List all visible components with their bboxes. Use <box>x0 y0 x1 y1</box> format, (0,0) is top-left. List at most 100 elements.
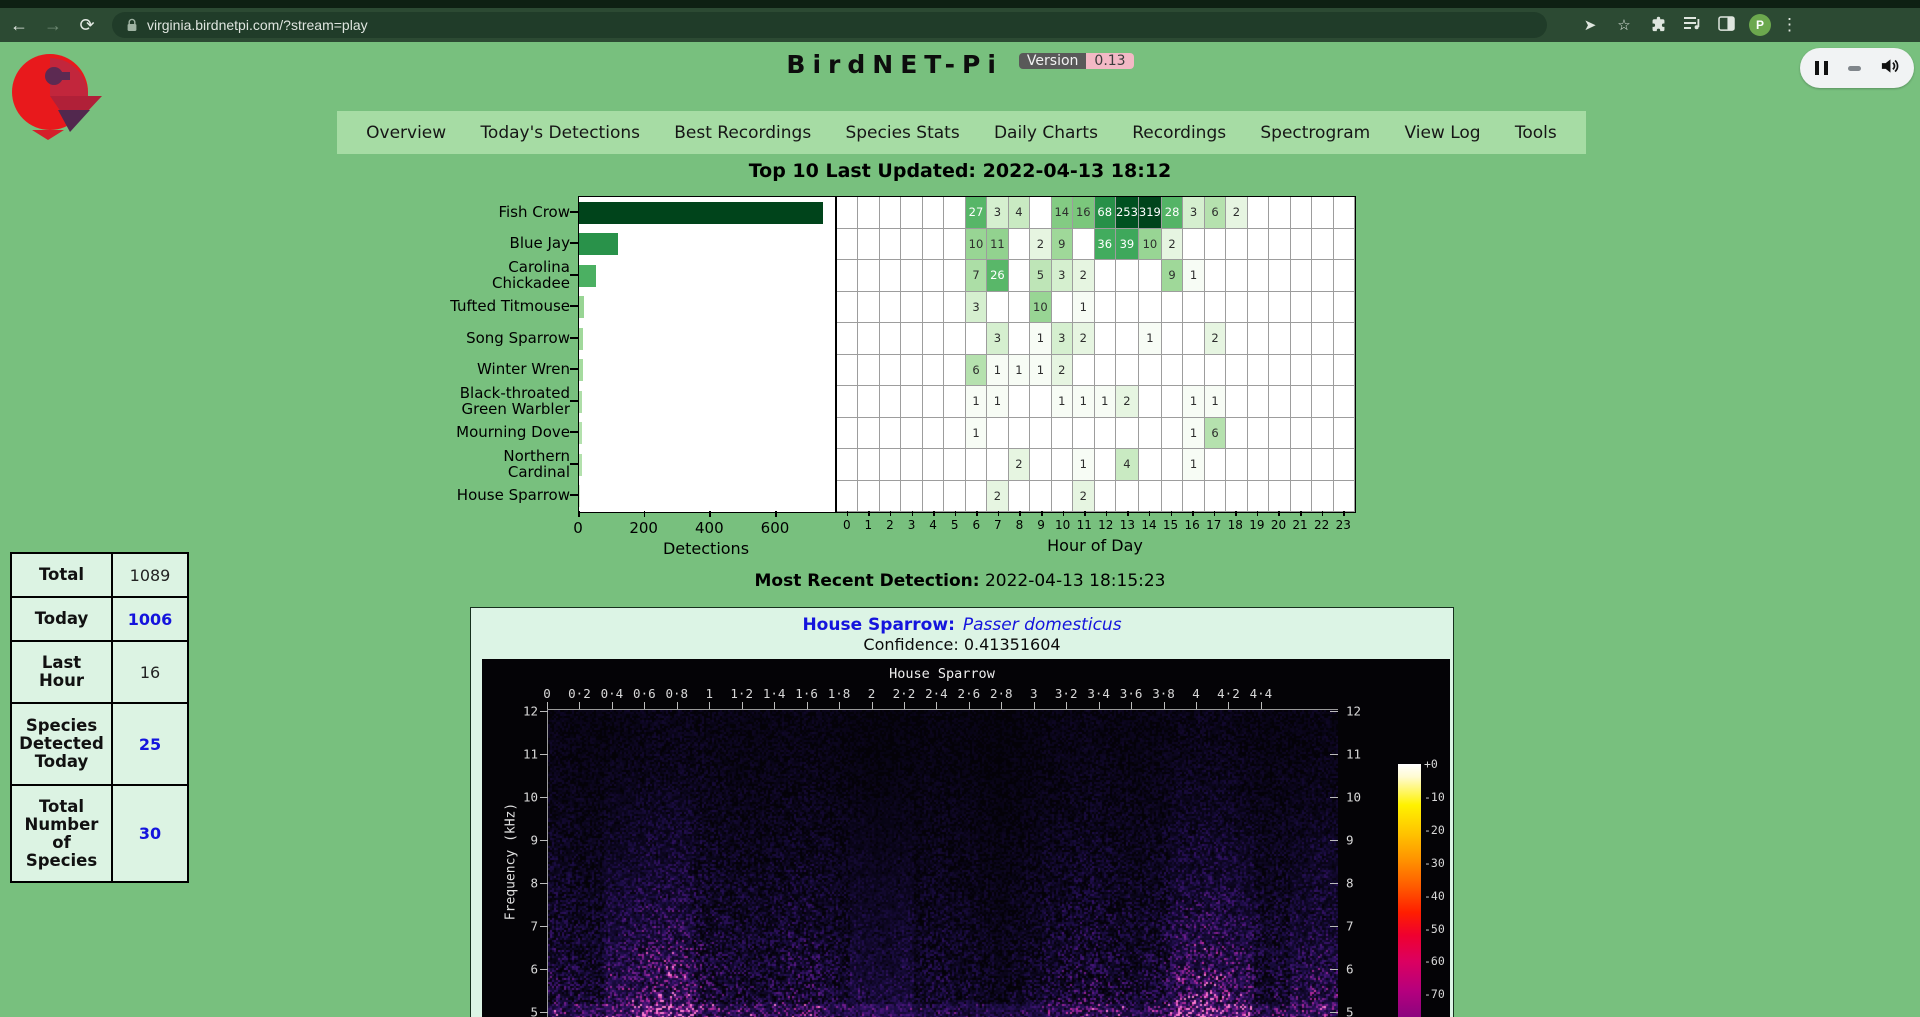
audio-seek-slider[interactable] <box>1848 66 1861 71</box>
heatmap-cell <box>944 386 965 418</box>
heatmap-cell <box>858 197 879 229</box>
audio-player[interactable] <box>1800 48 1914 88</box>
nav-item-recordings[interactable]: Recordings <box>1132 123 1226 143</box>
nav-item-overview[interactable]: Overview <box>366 123 446 143</box>
heatmap-cell <box>1162 481 1183 513</box>
forward-button[interactable]: → <box>38 15 68 36</box>
heatmap-cell <box>880 197 901 229</box>
recent-detection-card: House Sparrow:Passer domesticus Confiden… <box>470 607 1454 1017</box>
bar-xtick-label: 200 <box>622 519 666 537</box>
heatmap-cell <box>837 355 858 387</box>
heatmap-cell <box>923 481 944 513</box>
heatmap-cell: 1 <box>1205 386 1226 418</box>
spectrogram-freq-tick-left: 10 <box>498 790 538 805</box>
stats-value-today[interactable]: 1006 <box>112 597 188 641</box>
heatmap-cell: 1 <box>1183 449 1204 481</box>
heatmap-cell <box>1095 355 1116 387</box>
species-label-mourning-dove: Mourning Dove <box>425 417 570 449</box>
hour-tick-mark <box>1300 511 1302 516</box>
species-tick <box>570 494 578 496</box>
send-icon[interactable]: ➤ <box>1577 16 1603 34</box>
heatmap-cell <box>1334 386 1355 418</box>
extensions-puzzle-icon[interactable] <box>1645 15 1671 36</box>
playlist-icon[interactable] <box>1679 15 1705 35</box>
heatmap-cell <box>1226 418 1247 450</box>
heatmap-cell: 14 <box>1052 197 1073 229</box>
heatmap-cell <box>966 323 987 355</box>
bookmark-star-icon[interactable]: ☆ <box>1611 16 1637 34</box>
browser-menu-button[interactable]: ⋮ <box>1781 15 1798 35</box>
heatmap-cell <box>1162 449 1183 481</box>
heatmap-cell: 6 <box>1205 418 1226 450</box>
heatmap-cell <box>1183 229 1204 261</box>
heatmap-cell <box>1205 292 1226 324</box>
species-tick <box>570 305 578 307</box>
heatmap-cell: 1 <box>1030 355 1051 387</box>
back-button[interactable]: ← <box>4 15 34 36</box>
heatmap-cell <box>1052 481 1073 513</box>
hour-tick-mark <box>1106 511 1108 516</box>
heatmap-cell <box>1334 481 1355 513</box>
pause-button[interactable] <box>1815 61 1828 75</box>
heatmap-cell <box>1226 229 1247 261</box>
heatmap-cell: 4 <box>1116 449 1139 481</box>
heatmap-cell <box>1269 481 1290 513</box>
confidence-text: Confidence: 0.41351604 <box>471 635 1453 654</box>
nav-item-daily-charts[interactable]: Daily Charts <box>994 123 1098 143</box>
heatmap-cell <box>901 260 922 292</box>
spectrogram-time-tick-mark <box>644 702 645 709</box>
nav-item-today-s-detections[interactable]: Today's Detections <box>480 123 640 143</box>
heatmap-cell <box>987 418 1008 450</box>
bar-winter-wren <box>579 359 583 381</box>
heatmap-cell <box>1312 260 1333 292</box>
nav-item-species-stats[interactable]: Species Stats <box>845 123 959 143</box>
nav-item-view-log[interactable]: View Log <box>1404 123 1480 143</box>
spectrogram-image: House Sparrow Frequency (kHz) 00·20·40·6… <box>482 659 1450 1017</box>
reload-button[interactable]: ⟳ <box>72 15 102 36</box>
heatmap-cell <box>1248 197 1269 229</box>
hour-tick-mark <box>1019 511 1021 516</box>
heatmap-cell <box>1291 449 1312 481</box>
heatmap-cell <box>880 229 901 261</box>
freq-tick-mark <box>540 1012 548 1013</box>
stats-table: Total1089Today1006Last Hour16Species Det… <box>10 552 189 883</box>
heatmap-cell <box>1291 323 1312 355</box>
side-panel-icon[interactable] <box>1713 16 1739 35</box>
spectrogram-time-tick-mark <box>904 702 905 709</box>
nav-item-best-recordings[interactable]: Best Recordings <box>674 123 811 143</box>
url-bar[interactable]: virginia.birdnetpi.com/?stream=play <box>112 12 1547 38</box>
heatmap-cell <box>1095 449 1116 481</box>
stats-value-total-number-of-species[interactable]: 30 <box>112 785 188 882</box>
bar-fish-crow <box>579 202 823 224</box>
heatmap-cell <box>923 323 944 355</box>
heatmap-cell <box>880 481 901 513</box>
stats-label: Today <box>11 597 112 641</box>
hour-tick-label: 16 <box>1181 518 1203 532</box>
species-tick <box>570 242 578 244</box>
spectrogram-time-tick-mark <box>1261 702 1262 709</box>
nav-item-tools[interactable]: Tools <box>1515 123 1557 143</box>
heatmap-cell <box>858 481 879 513</box>
heatmap-cell <box>987 449 1008 481</box>
heatmap-cell <box>1095 418 1116 450</box>
heatmap-cell <box>1009 292 1030 324</box>
volume-icon[interactable] <box>1880 57 1899 79</box>
hour-tick-label: 11 <box>1073 518 1095 532</box>
heatmap-cell <box>1183 292 1204 324</box>
spectrogram-time-tick-mark <box>1001 702 1002 709</box>
page-title: BirdNET-Pi <box>786 50 1003 79</box>
species-label-northern-cardinal: Northern Cardinal <box>425 448 570 480</box>
profile-avatar[interactable]: P <box>1749 14 1771 36</box>
hour-tick-label: 19 <box>1246 518 1268 532</box>
species-link[interactable]: House Sparrow: <box>802 615 954 635</box>
heatmap-cell: 2 <box>1030 229 1051 261</box>
spectrogram-time-tick-mark <box>872 702 873 709</box>
nav-item-spectrogram[interactable]: Spectrogram <box>1260 123 1370 143</box>
heatmap-cell <box>1334 449 1355 481</box>
heatmap-cell <box>1291 260 1312 292</box>
heatmap-cell <box>1312 481 1333 513</box>
heatmap-cell <box>1291 386 1312 418</box>
colorbar-tick: -50 <box>1424 922 1450 936</box>
stats-value-species-detected-today[interactable]: 25 <box>112 703 188 785</box>
hour-tick-label: 10 <box>1052 518 1074 532</box>
